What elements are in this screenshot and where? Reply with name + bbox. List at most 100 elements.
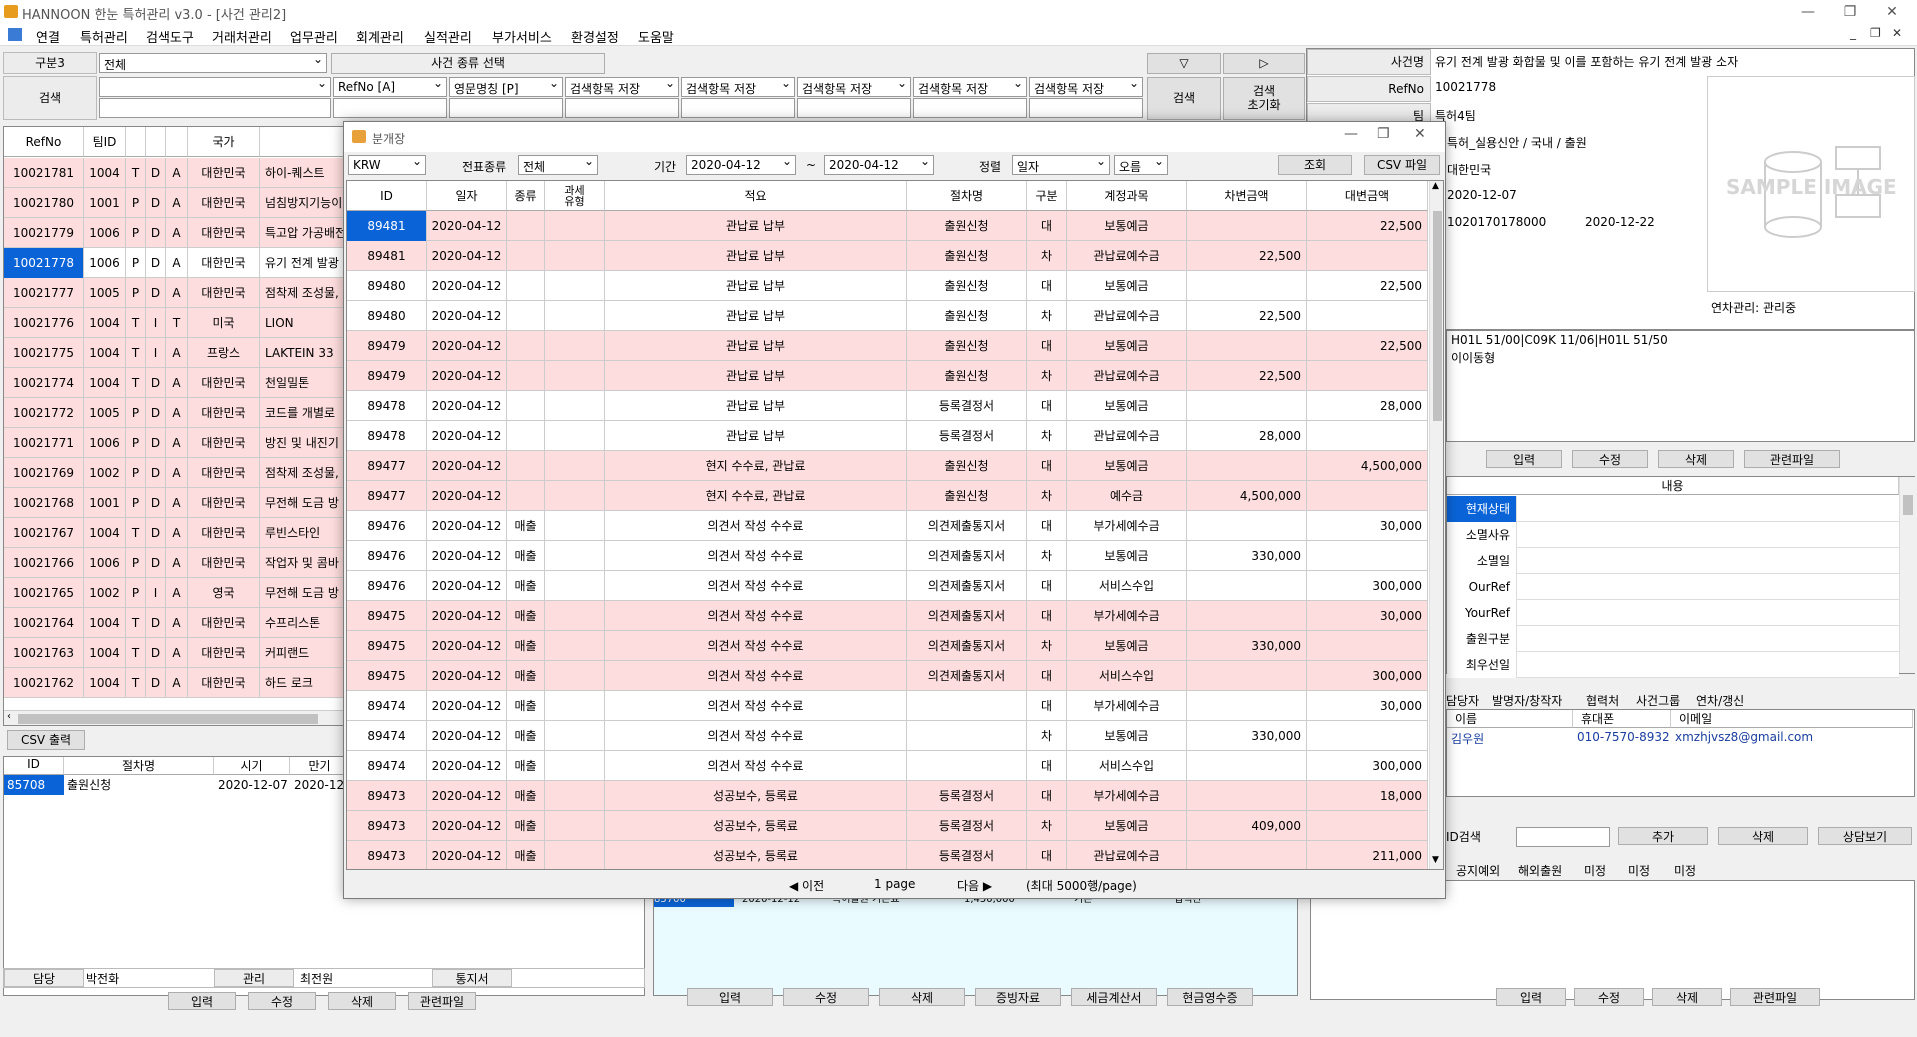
team-value[interactable]: 특허4팀 bbox=[1435, 107, 1575, 124]
journal-cell-proc[interactable]: 등록결정서 bbox=[907, 811, 1027, 841]
acct-delete-button[interactable]: 삭제 bbox=[879, 988, 965, 1006]
journal-col-acct[interactable]: 계정과목 bbox=[1067, 181, 1187, 211]
proc-files-button[interactable]: 관련파일 bbox=[408, 992, 476, 1010]
journal-cell-id[interactable]: 89480 bbox=[347, 271, 427, 301]
journal-cell-proc[interactable]: 출원신청 bbox=[907, 301, 1027, 331]
case-cell-team[interactable]: 1001 bbox=[84, 488, 126, 518]
proc-col-date[interactable]: 시기 bbox=[214, 757, 290, 775]
journal-cell-debit[interactable] bbox=[1187, 691, 1307, 721]
proc-col-id[interactable]: ID bbox=[4, 757, 64, 775]
case-cell-b[interactable]: D bbox=[146, 608, 166, 638]
case-cell-c[interactable]: T bbox=[166, 308, 188, 338]
journal-cell-date[interactable]: 2020-04-12 bbox=[427, 391, 507, 421]
case-cell-b[interactable]: D bbox=[146, 548, 166, 578]
journal-cell-id[interactable]: 89476 bbox=[347, 541, 427, 571]
journal-row[interactable]: 89480 2020-04-12 관납료 납부 출원신청 대 보통예금 22,500 bbox=[347, 271, 1428, 301]
journal-cell-proc[interactable]: 출원신청 bbox=[907, 271, 1027, 301]
journal-cell-debit[interactable] bbox=[1187, 451, 1307, 481]
journal-cell-kind[interactable]: 매출 bbox=[507, 511, 545, 541]
journal-cell-kind[interactable] bbox=[507, 241, 545, 271]
search-input-5[interactable] bbox=[797, 98, 911, 118]
journal-cell-credit[interactable] bbox=[1307, 301, 1428, 331]
consult-view-button[interactable]: 상담보기 bbox=[1818, 827, 1912, 845]
journal-row[interactable]: 89473 2020-04-12 매출 성공보수, 등록료 등록결정서 차 보통예금 409,… bbox=[347, 811, 1428, 841]
journal-cell-date[interactable]: 2020-04-12 bbox=[427, 841, 507, 869]
journal-cell-desc[interactable]: 의견서 작성 수수료 bbox=[605, 601, 907, 631]
journal-row[interactable]: 89478 2020-04-12 관납료 납부 등록결정서 차 관납료예수금 28,000 bbox=[347, 421, 1428, 451]
journal-cell-div[interactable]: 차 bbox=[1027, 721, 1067, 751]
case-cell-country[interactable]: 대한민국 bbox=[188, 368, 260, 398]
proc-col-name[interactable]: 절차명 bbox=[64, 757, 214, 775]
journal-cell-debit[interactable] bbox=[1187, 391, 1307, 421]
journal-cell-credit[interactable] bbox=[1307, 631, 1428, 661]
journal-cell-div[interactable]: 대 bbox=[1027, 841, 1067, 869]
journal-cell-tax[interactable] bbox=[545, 391, 605, 421]
date-to-picker[interactable]: 2020-04-12 bbox=[824, 155, 934, 175]
journal-cell-date[interactable]: 2020-04-12 bbox=[427, 451, 507, 481]
journal-cell-desc[interactable]: 성공보수, 등록료 bbox=[605, 781, 907, 811]
journal-cell-debit[interactable]: 28,000 bbox=[1187, 421, 1307, 451]
info-insert-button[interactable]: 입력 bbox=[1486, 450, 1562, 468]
journal-cell-id[interactable]: 89476 bbox=[347, 571, 427, 601]
proc-row-name[interactable]: 출원신청 bbox=[64, 775, 214, 795]
journal-cell-kind[interactable] bbox=[507, 331, 545, 361]
journal-cell-debit[interactable]: 4,500,000 bbox=[1187, 481, 1307, 511]
case-cell-name[interactable]: 무전해 도금 방 bbox=[260, 578, 344, 608]
refno-value[interactable]: 10021778 bbox=[1435, 80, 1575, 94]
journal-cell-debit[interactable] bbox=[1187, 331, 1307, 361]
journal-cell-id[interactable]: 89474 bbox=[347, 721, 427, 751]
case-cell-c[interactable]: A bbox=[166, 218, 188, 248]
journal-cell-tax[interactable] bbox=[545, 241, 605, 271]
journal-cell-kind[interactable] bbox=[507, 361, 545, 391]
extra-files-button[interactable]: 관련파일 bbox=[1730, 988, 1820, 1006]
date-from-picker[interactable]: 2020-04-12 bbox=[686, 155, 796, 175]
journal-cell-desc[interactable]: 현지 수수료, 관납료 bbox=[605, 481, 907, 511]
journal-row[interactable]: 89474 2020-04-12 매출 의견서 작성 수수료 대 부가세예수금 30,000 bbox=[347, 691, 1428, 721]
case-cell-ref[interactable]: 10021777 bbox=[4, 278, 84, 308]
col-country[interactable]: 국가 bbox=[188, 127, 260, 157]
journal-query-button[interactable]: 조회 bbox=[1278, 155, 1352, 175]
journal-cell-id[interactable]: 89478 bbox=[347, 421, 427, 451]
journal-row[interactable]: 89473 2020-04-12 매출 성공보수, 등록료 등록결정서 대 부가세예수금 18… bbox=[347, 781, 1428, 811]
journal-cell-desc[interactable]: 관납료 납부 bbox=[605, 211, 907, 241]
case-cell-b[interactable]: D bbox=[146, 428, 166, 458]
case-cell-ref[interactable]: 10021768 bbox=[4, 488, 84, 518]
journal-cell-date[interactable]: 2020-04-12 bbox=[427, 301, 507, 331]
sort-combo[interactable]: 일자 bbox=[1012, 155, 1110, 175]
person-col-name[interactable]: 이름 bbox=[1447, 710, 1573, 728]
journal-cell-div[interactable]: 대 bbox=[1027, 211, 1067, 241]
case-cell-name[interactable]: 무전해 도금 방 bbox=[260, 488, 344, 518]
proc-delete-button[interactable]: 삭제 bbox=[328, 992, 396, 1010]
journal-cell-div[interactable]: 대 bbox=[1027, 451, 1067, 481]
case-cell-country[interactable]: 대한민국 bbox=[188, 488, 260, 518]
journal-cell-credit[interactable] bbox=[1307, 811, 1428, 841]
case-cell-b[interactable]: D bbox=[146, 188, 166, 218]
journal-cell-date[interactable]: 2020-04-12 bbox=[427, 511, 507, 541]
journal-cell-proc[interactable]: 의견제출통지서 bbox=[907, 511, 1027, 541]
journal-row[interactable]: 89473 2020-04-12 매출 성공보수, 등록료 등록결정서 대 관납료예수금 21… bbox=[347, 841, 1428, 869]
case-cell-b[interactable]: I bbox=[146, 338, 166, 368]
ipc-box[interactable]: H01L 51/00|C09K 11/06|H01L 51/50 이이동형 bbox=[1446, 330, 1915, 442]
mdi-restore-icon[interactable]: ❐ bbox=[1870, 26, 1881, 40]
journal-cell-tax[interactable] bbox=[545, 361, 605, 391]
case-cell-country[interactable]: 대한민국 bbox=[188, 158, 260, 188]
case-row[interactable]: 10021767 1004 T D A 대한민국 루빈스타인 bbox=[4, 518, 344, 548]
case-cell-ref[interactable]: 10021780 bbox=[4, 188, 84, 218]
col-c[interactable] bbox=[166, 127, 188, 157]
journal-cell-acct[interactable]: 보통예금 bbox=[1067, 721, 1187, 751]
journal-cell-credit[interactable]: 18,000 bbox=[1307, 781, 1428, 811]
property-label[interactable]: 최우선일 bbox=[1447, 652, 1517, 678]
journal-row[interactable]: 89478 2020-04-12 관납료 납부 등록결정서 대 보통예금 28,000 bbox=[347, 391, 1428, 421]
journal-cell-date[interactable]: 2020-04-12 bbox=[427, 331, 507, 361]
journal-cell-kind[interactable]: 매출 bbox=[507, 691, 545, 721]
journal-csv-button[interactable]: CSV 파일 bbox=[1364, 155, 1440, 175]
person-add-button[interactable]: 추가 bbox=[1618, 827, 1708, 845]
case-cell-a[interactable]: P bbox=[126, 278, 146, 308]
journal-minimize-icon[interactable]: — bbox=[1344, 126, 1358, 142]
case-row[interactable]: 10021766 1006 P D A 대한민국 작업자 및 콤바 bbox=[4, 548, 344, 578]
journal-cell-debit[interactable] bbox=[1187, 601, 1307, 631]
case-cell-a[interactable]: T bbox=[126, 638, 146, 668]
journal-cell-tax[interactable] bbox=[545, 571, 605, 601]
case-cell-team[interactable]: 1006 bbox=[84, 248, 126, 278]
case-cell-ref[interactable]: 10021774 bbox=[4, 368, 84, 398]
